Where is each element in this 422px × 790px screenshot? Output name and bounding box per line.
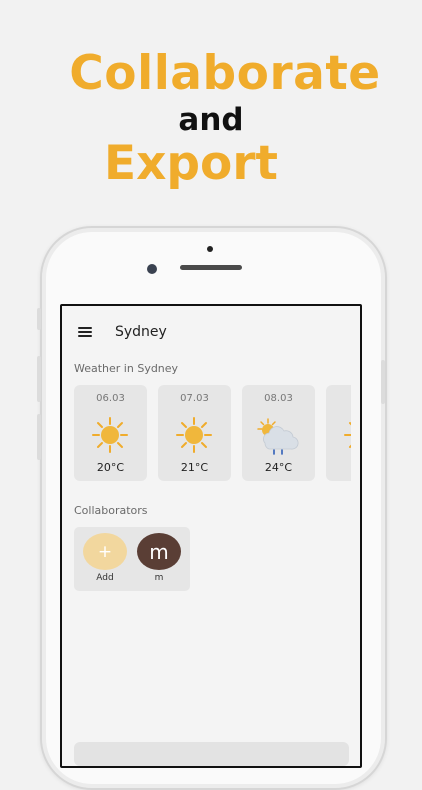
headline-and: and <box>178 102 244 138</box>
collaborator-item[interactable]: m m <box>136 533 182 583</box>
forecast-temp: 2 <box>326 461 351 474</box>
avatar: m <box>137 533 181 570</box>
forecast-date: 08.03 <box>264 393 293 404</box>
forecast-date: 06.03 <box>96 393 125 404</box>
hamburger-menu-icon[interactable] <box>78 327 92 337</box>
add-collaborator-button[interactable]: + Add <box>82 533 128 583</box>
forecast-date: 0 <box>326 393 351 404</box>
forecast-card[interactable]: 08.03 24°C <box>242 385 315 481</box>
rain-cloud-icon <box>257 418 299 455</box>
phone-volume-down <box>37 414 41 460</box>
phone-volume-up <box>37 356 41 402</box>
export-button[interactable] <box>74 742 349 766</box>
forecast-card[interactable]: 07.03 21°C <box>158 385 231 481</box>
phone-camera <box>147 264 157 274</box>
phone-sensor <box>207 246 213 252</box>
forecast-date: 07.03 <box>180 393 209 404</box>
sun-icon <box>176 417 212 453</box>
app-top-bar: Sydney <box>62 306 360 358</box>
app-screen: Sydney Weather in Sydney 06.03 20°C 07.0… <box>60 304 362 768</box>
phone-speaker <box>180 265 242 270</box>
forecast-temp: 24°C <box>264 461 293 474</box>
collaborators-section-label: Collaborators <box>74 504 148 517</box>
phone-mute-switch <box>37 308 41 330</box>
forecast-card[interactable]: 06.03 20°C <box>74 385 147 481</box>
phone-power-button <box>381 360 385 404</box>
collaborator-name: m <box>154 573 164 583</box>
city-title: Sydney <box>115 324 167 340</box>
plus-icon: + <box>83 533 127 570</box>
forecast-temp: 20°C <box>96 461 125 474</box>
forecast-temp: 21°C <box>180 461 209 474</box>
headline-export: Export <box>103 136 278 191</box>
forecast-card[interactable]: 0 2 <box>326 385 351 481</box>
sun-icon <box>344 422 351 448</box>
collaborator-name: Add <box>96 573 114 583</box>
sun-icon <box>92 417 128 453</box>
headline-collaborate: Collaborate <box>69 46 381 101</box>
forecast-list[interactable]: 06.03 20°C 07.03 21°C 08.03 24°C <box>74 385 351 483</box>
collaborators-panel: + Add m m <box>74 527 190 591</box>
weather-section-label: Weather in Sydney <box>74 362 179 375</box>
